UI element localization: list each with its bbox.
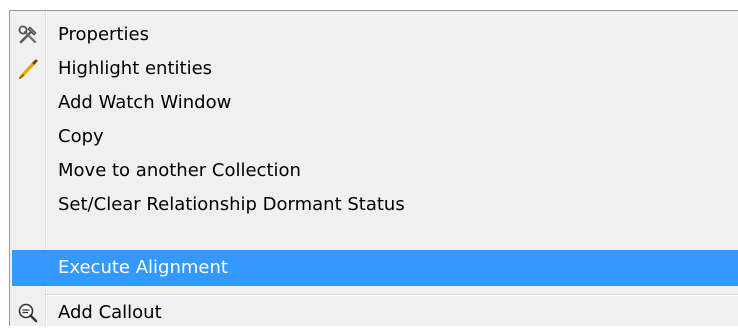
menu-item-label: Set/Clear Relationship Dormant Status <box>58 194 405 215</box>
menu-item-add-watch-window[interactable]: Add Watch Window <box>11 86 738 120</box>
menu-item-properties[interactable]: Properties <box>11 18 738 52</box>
menu-item-copy[interactable]: Copy <box>11 120 738 154</box>
menu-item-add-callout[interactable]: Add Callout <box>11 296 738 330</box>
highlighter-pen-icon <box>17 58 39 80</box>
menu-item-label: Execute Alignment <box>58 257 228 278</box>
context-menu: Properties Highlight entities Add Watch … <box>9 10 738 326</box>
menu-item-set-clear-relationship-dormant-status[interactable]: Set/Clear Relationship Dormant Status <box>11 188 738 222</box>
menu-item-execute-alignment[interactable]: Execute Alignment <box>12 250 738 286</box>
tools-icon <box>17 24 39 46</box>
menu-item-label: Move to another Collection <box>58 160 301 181</box>
callout-magnifier-icon <box>17 302 39 324</box>
menu-item-label: Add Callout <box>58 302 162 323</box>
menu-item-label: Copy <box>58 126 104 147</box>
menu-item-label: Add Watch Window <box>58 92 232 113</box>
menu-item-move-to-another-collection[interactable]: Move to another Collection <box>11 154 738 188</box>
menu-item-label: Highlight entities <box>58 58 213 79</box>
menu-item-label: Properties <box>58 24 149 45</box>
menu-item-highlight-entities[interactable]: Highlight entities <box>11 52 738 86</box>
